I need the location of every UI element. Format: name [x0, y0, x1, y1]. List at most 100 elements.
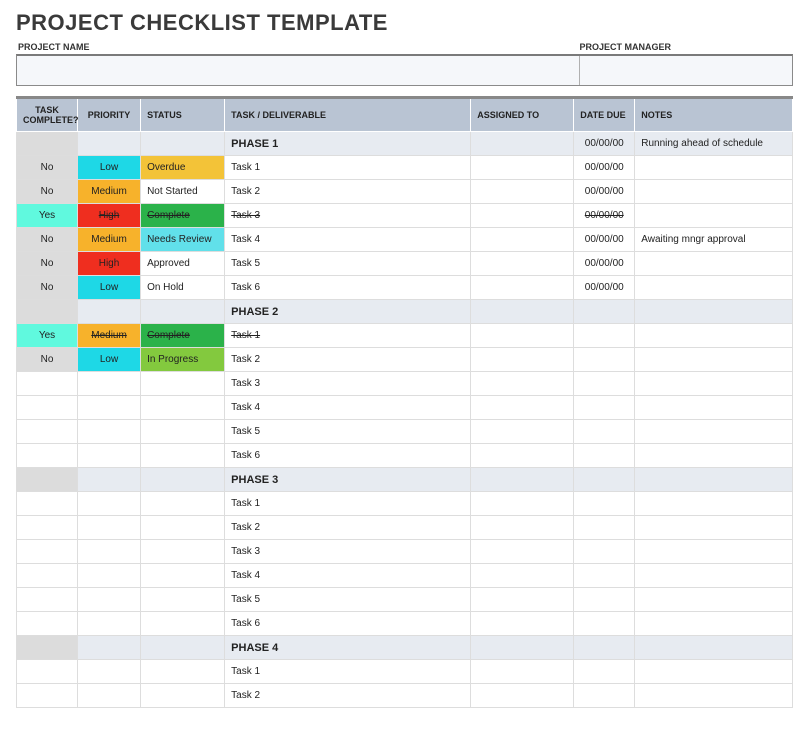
- table-row[interactable]: Task 2: [17, 516, 793, 540]
- cell-complete[interactable]: No: [17, 348, 78, 372]
- cell-complete[interactable]: No: [17, 156, 78, 180]
- cell-due[interactable]: [574, 684, 635, 708]
- cell-due[interactable]: [574, 660, 635, 684]
- cell-due[interactable]: [574, 492, 635, 516]
- cell-task[interactable]: Task 1: [225, 156, 471, 180]
- cell-priority[interactable]: [77, 444, 140, 468]
- cell-notes[interactable]: [635, 372, 793, 396]
- cell-assigned[interactable]: [471, 324, 574, 348]
- table-row[interactable]: Task 3: [17, 372, 793, 396]
- cell-notes[interactable]: [635, 444, 793, 468]
- cell-assigned[interactable]: [471, 516, 574, 540]
- cell-complete[interactable]: [17, 540, 78, 564]
- cell-assigned[interactable]: [471, 636, 574, 660]
- table-row[interactable]: Task 3: [17, 540, 793, 564]
- cell-notes[interactable]: [635, 564, 793, 588]
- cell-notes[interactable]: [635, 612, 793, 636]
- cell-priority[interactable]: [77, 468, 140, 492]
- cell-priority[interactable]: [77, 492, 140, 516]
- cell-notes[interactable]: [635, 540, 793, 564]
- cell-priority[interactable]: [77, 564, 140, 588]
- cell-assigned[interactable]: [471, 540, 574, 564]
- cell-status[interactable]: [141, 444, 225, 468]
- cell-complete[interactable]: Yes: [17, 324, 78, 348]
- cell-due[interactable]: 00/00/00: [574, 204, 635, 228]
- cell-assigned[interactable]: [471, 396, 574, 420]
- cell-notes[interactable]: [635, 276, 793, 300]
- cell-assigned[interactable]: [471, 276, 574, 300]
- table-row[interactable]: Task 5: [17, 588, 793, 612]
- cell-status[interactable]: [141, 540, 225, 564]
- table-row[interactable]: Task 4: [17, 396, 793, 420]
- table-row[interactable]: PHASE 100/00/00Running ahead of schedule: [17, 132, 793, 156]
- cell-priority[interactable]: [77, 612, 140, 636]
- cell-task[interactable]: Task 4: [225, 564, 471, 588]
- cell-priority[interactable]: [77, 396, 140, 420]
- cell-priority[interactable]: Medium: [77, 324, 140, 348]
- cell-notes[interactable]: [635, 396, 793, 420]
- table-row[interactable]: PHASE 3: [17, 468, 793, 492]
- cell-assigned[interactable]: [471, 228, 574, 252]
- cell-due[interactable]: [574, 300, 635, 324]
- cell-priority[interactable]: Low: [77, 348, 140, 372]
- cell-status[interactable]: [141, 516, 225, 540]
- cell-complete[interactable]: [17, 612, 78, 636]
- table-row[interactable]: Task 5: [17, 420, 793, 444]
- cell-task[interactable]: PHASE 4: [225, 636, 471, 660]
- cell-assigned[interactable]: [471, 444, 574, 468]
- cell-task[interactable]: Task 4: [225, 228, 471, 252]
- cell-assigned[interactable]: [471, 180, 574, 204]
- cell-status[interactable]: On Hold: [141, 276, 225, 300]
- cell-status[interactable]: [141, 396, 225, 420]
- cell-priority[interactable]: [77, 516, 140, 540]
- cell-status[interactable]: [141, 660, 225, 684]
- table-row[interactable]: YesHighCompleteTask 300/00/00: [17, 204, 793, 228]
- cell-status[interactable]: In Progress: [141, 348, 225, 372]
- cell-due[interactable]: [574, 420, 635, 444]
- cell-assigned[interactable]: [471, 684, 574, 708]
- cell-due[interactable]: [574, 348, 635, 372]
- cell-priority[interactable]: Low: [77, 156, 140, 180]
- cell-priority[interactable]: [77, 636, 140, 660]
- table-row[interactable]: PHASE 2: [17, 300, 793, 324]
- cell-status[interactable]: Overdue: [141, 156, 225, 180]
- table-row[interactable]: NoMediumNot StartedTask 200/00/00: [17, 180, 793, 204]
- cell-status[interactable]: Approved: [141, 252, 225, 276]
- cell-due[interactable]: [574, 636, 635, 660]
- cell-task[interactable]: Task 4: [225, 396, 471, 420]
- cell-due[interactable]: [574, 564, 635, 588]
- cell-status[interactable]: [141, 132, 225, 156]
- table-row[interactable]: NoHighApprovedTask 500/00/00: [17, 252, 793, 276]
- cell-task[interactable]: Task 5: [225, 420, 471, 444]
- cell-notes[interactable]: [635, 468, 793, 492]
- cell-assigned[interactable]: [471, 300, 574, 324]
- table-row[interactable]: PHASE 4: [17, 636, 793, 660]
- cell-due[interactable]: [574, 444, 635, 468]
- cell-notes[interactable]: [635, 516, 793, 540]
- cell-complete[interactable]: [17, 492, 78, 516]
- cell-status[interactable]: [141, 492, 225, 516]
- cell-priority[interactable]: Low: [77, 276, 140, 300]
- cell-task[interactable]: PHASE 1: [225, 132, 471, 156]
- table-row[interactable]: Task 1: [17, 492, 793, 516]
- cell-notes[interactable]: Running ahead of schedule: [635, 132, 793, 156]
- cell-complete[interactable]: [17, 132, 78, 156]
- cell-task[interactable]: Task 6: [225, 444, 471, 468]
- cell-due[interactable]: 00/00/00: [574, 156, 635, 180]
- cell-task[interactable]: PHASE 2: [225, 300, 471, 324]
- cell-assigned[interactable]: [471, 348, 574, 372]
- table-row[interactable]: Task 6: [17, 612, 793, 636]
- cell-assigned[interactable]: [471, 204, 574, 228]
- cell-status[interactable]: [141, 588, 225, 612]
- cell-notes[interactable]: [635, 204, 793, 228]
- cell-status[interactable]: [141, 420, 225, 444]
- cell-complete[interactable]: No: [17, 180, 78, 204]
- cell-status[interactable]: [141, 684, 225, 708]
- cell-priority[interactable]: [77, 132, 140, 156]
- cell-task[interactable]: Task 2: [225, 684, 471, 708]
- project-manager-input[interactable]: [580, 56, 792, 85]
- cell-due[interactable]: 00/00/00: [574, 228, 635, 252]
- cell-complete[interactable]: [17, 396, 78, 420]
- cell-complete[interactable]: [17, 300, 78, 324]
- cell-status[interactable]: Needs Review: [141, 228, 225, 252]
